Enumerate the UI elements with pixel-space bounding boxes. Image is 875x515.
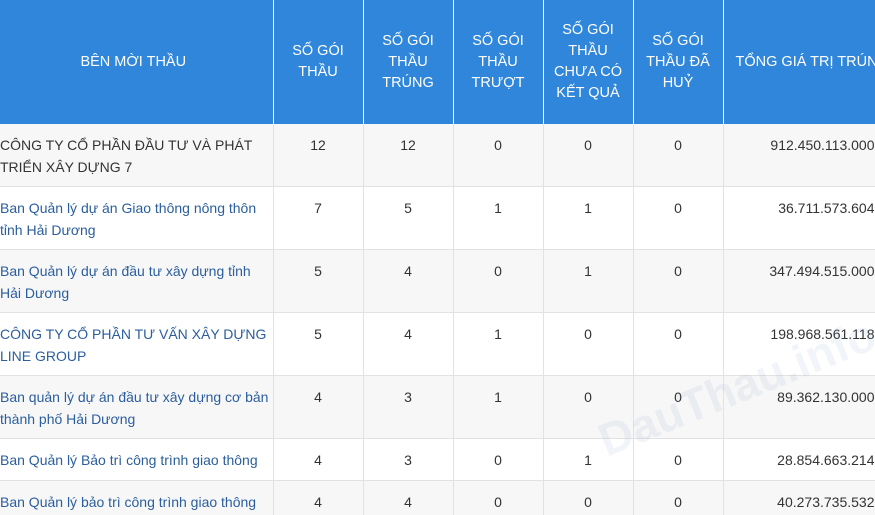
won-packages-cell: 4 <box>363 480 454 515</box>
cancelled-packages-cell: 0 <box>633 249 724 313</box>
total-packages-cell: 12 <box>273 124 364 187</box>
header-won-packages[interactable]: SỐ GÓI THẦU TRÚNG <box>363 0 454 124</box>
pending-packages-cell: 0 <box>543 312 634 376</box>
lost-packages-cell: 0 <box>453 480 544 515</box>
total-won-value-cell: 28.854.663.214 <box>723 438 875 481</box>
total-packages-cell: 7 <box>273 186 364 250</box>
total-won-value-cell: 89.362.130.000 <box>723 375 875 439</box>
cancelled-packages-cell: 0 <box>633 438 724 481</box>
procuring-entity-cell: Ban Quản lý Bảo trì công trình giao thôn… <box>0 438 274 481</box>
table-body: CÔNG TY CỔ PHẦN ĐẦU TƯ VÀ PHÁT TRIỂN XÂY… <box>0 124 875 515</box>
table-header: BÊN MỜI THẦU SỐ GÓI THẦU SỐ GÓI THẦU TRÚ… <box>0 0 875 124</box>
procuring-entity-link[interactable]: CÔNG TY CỔ PHẦN TƯ VẤN XÂY DỰNG LINE GRO… <box>0 326 266 364</box>
cancelled-packages-cell: 0 <box>633 186 724 250</box>
bidding-stats-table-container: BÊN MỜI THẦU SỐ GÓI THẦU SỐ GÓI THẦU TRÚ… <box>0 0 875 515</box>
lost-packages-cell: 1 <box>453 186 544 250</box>
cancelled-packages-cell: 0 <box>633 375 724 439</box>
procuring-entity-link[interactable]: Ban Quản lý dự án đầu tư xây dựng tỉnh H… <box>0 263 251 301</box>
total-won-value-cell: 40.273.735.532 <box>723 480 875 515</box>
procuring-entity-link[interactable]: Ban Quản lý bảo trì công trình giao thôn… <box>0 494 256 510</box>
cancelled-packages-cell: 0 <box>633 480 724 515</box>
total-won-value-cell: 347.494.515.000 <box>723 249 875 313</box>
cancelled-packages-cell: 0 <box>633 124 724 187</box>
total-packages-cell: 5 <box>273 312 364 376</box>
procuring-entity-link[interactable]: Ban quản lý dự án đầu tư xây dựng cơ bản… <box>0 389 268 427</box>
lost-packages-cell: 1 <box>453 312 544 376</box>
header-cancelled-packages[interactable]: SỐ GÓI THẦU ĐÃ HUỶ <box>633 0 724 124</box>
procuring-entity-cell: Ban Quản lý dự án đầu tư xây dựng tỉnh H… <box>0 249 274 313</box>
table-row: CÔNG TY CỔ PHẦN TƯ VẤN XÂY DỰNG LINE GRO… <box>0 312 875 376</box>
pending-packages-cell: 0 <box>543 480 634 515</box>
pending-packages-cell: 1 <box>543 438 634 481</box>
procuring-entity-cell: Ban Quản lý dự án Giao thông nông thôn t… <box>0 186 274 250</box>
header-procuring-entity[interactable]: BÊN MỜI THẦU <box>0 0 274 124</box>
won-packages-cell: 3 <box>363 375 454 439</box>
lost-packages-cell: 0 <box>453 249 544 313</box>
total-won-value-cell: 36.711.573.604 <box>723 186 875 250</box>
procuring-entity-cell: Ban quản lý dự án đầu tư xây dựng cơ bản… <box>0 375 274 439</box>
pending-packages-cell: 0 <box>543 375 634 439</box>
total-packages-cell: 4 <box>273 375 364 439</box>
total-won-value-cell: 912.450.113.000 <box>723 124 875 187</box>
lost-packages-cell: 0 <box>453 438 544 481</box>
procuring-entity-name: CÔNG TY CỔ PHẦN ĐẦU TƯ VÀ PHÁT TRIỂN XÂY… <box>0 137 253 175</box>
procuring-entity-link[interactable]: Ban Quản lý Bảo trì công trình giao thôn… <box>0 452 258 468</box>
procuring-entity-cell: CÔNG TY CỔ PHẦN TƯ VẤN XÂY DỰNG LINE GRO… <box>0 312 274 376</box>
total-won-value-cell: 198.968.561.118 <box>723 312 875 376</box>
table-row: Ban Quản lý bảo trì công trình giao thôn… <box>0 480 875 515</box>
lost-packages-cell: 1 <box>453 375 544 439</box>
won-packages-cell: 5 <box>363 186 454 250</box>
table-row: Ban Quản lý dự án Giao thông nông thôn t… <box>0 186 875 250</box>
table-row: CÔNG TY CỔ PHẦN ĐẦU TƯ VÀ PHÁT TRIỂN XÂY… <box>0 124 875 187</box>
cancelled-packages-cell: 0 <box>633 312 724 376</box>
pending-packages-cell: 1 <box>543 249 634 313</box>
won-packages-cell: 4 <box>363 312 454 376</box>
bidding-stats-table: BÊN MỜI THẦU SỐ GÓI THẦU SỐ GÓI THẦU TRÚ… <box>0 0 875 515</box>
won-packages-cell: 3 <box>363 438 454 481</box>
total-packages-cell: 4 <box>273 480 364 515</box>
table-row: Ban Quản lý dự án đầu tư xây dựng tỉnh H… <box>0 249 875 313</box>
total-packages-cell: 5 <box>273 249 364 313</box>
header-pending-packages[interactable]: SỐ GÓI THẦU CHƯA CÓ KẾT QUẢ <box>543 0 634 124</box>
won-packages-cell: 4 <box>363 249 454 313</box>
header-lost-packages[interactable]: SỐ GÓI THẦU TRƯỢT <box>453 0 544 124</box>
procuring-entity-link[interactable]: Ban Quản lý dự án Giao thông nông thôn t… <box>0 200 256 238</box>
won-packages-cell: 12 <box>363 124 454 187</box>
procuring-entity-cell: Ban Quản lý bảo trì công trình giao thôn… <box>0 480 274 515</box>
header-total-packages[interactable]: SỐ GÓI THẦU <box>273 0 364 124</box>
lost-packages-cell: 0 <box>453 124 544 187</box>
table-row: Ban quản lý dự án đầu tư xây dựng cơ bản… <box>0 375 875 439</box>
pending-packages-cell: 1 <box>543 186 634 250</box>
header-total-won-value[interactable]: TỔNG GIÁ TRỊ TRÚNG <box>723 0 875 124</box>
pending-packages-cell: 0 <box>543 124 634 187</box>
total-packages-cell: 4 <box>273 438 364 481</box>
procuring-entity-cell: CÔNG TY CỔ PHẦN ĐẦU TƯ VÀ PHÁT TRIỂN XÂY… <box>0 124 274 187</box>
table-row: Ban Quản lý Bảo trì công trình giao thôn… <box>0 438 875 481</box>
